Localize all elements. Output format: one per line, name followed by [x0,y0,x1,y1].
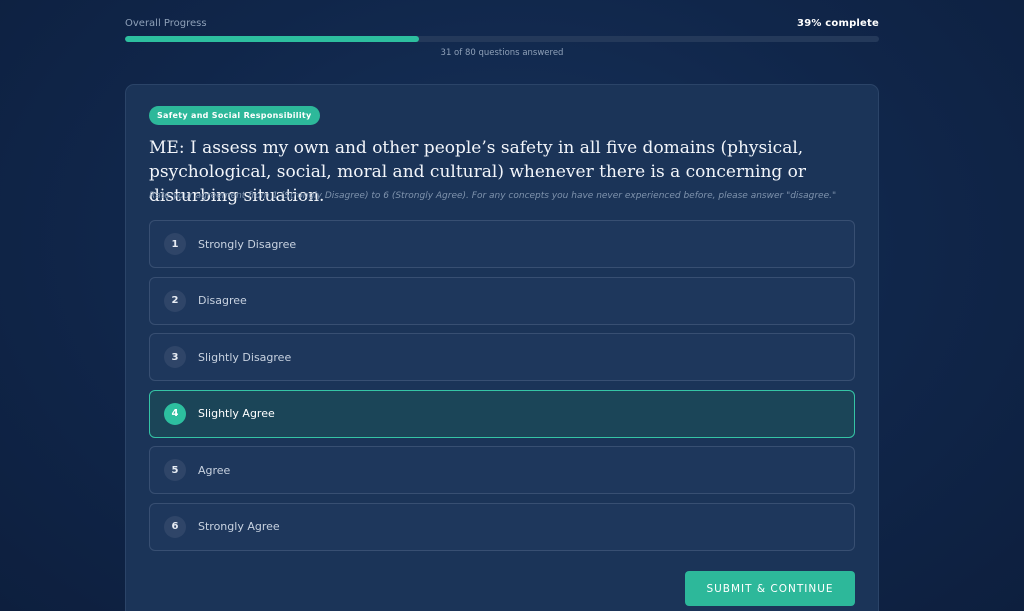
category-badge: Safety and Social Responsibility [149,106,320,125]
progress-percent: 39% complete [797,17,879,29]
option-strongly-agree[interactable]: 6 Strongly Agree [149,502,855,551]
progress-section: Overall Progress 39% complete 31 of 80 q… [125,16,879,58]
option-strongly-disagree[interactable]: 1 Strongly Disagree [149,220,855,268]
option-number: 3 [164,346,186,368]
progress-bar-fill [125,36,420,42]
progress-bar [125,36,879,42]
option-label: Strongly Disagree [198,237,297,251]
option-disagree[interactable]: 2 Disagree [149,276,855,325]
option-slightly-agree[interactable]: 4 Slightly Agree [149,389,855,438]
progress-header: Overall Progress 39% complete [125,16,879,30]
option-label: Agree [198,463,231,477]
questions-answered-count: 31 of 80 questions answered [440,48,564,58]
question-card: Safety and Social Responsibility ME: I a… [125,84,879,611]
option-number: 5 [164,459,186,481]
rating-instructions: Rate your agreement from 1 (Strongly Dis… [149,191,837,201]
option-number: 2 [164,289,186,312]
option-number: 4 [164,402,186,425]
option-number: 6 [164,515,186,538]
option-agree[interactable]: 5 Agree [149,446,855,494]
progress-label: Overall Progress [125,17,207,29]
option-slightly-disagree[interactable]: 3 Slightly Disagree [149,333,855,381]
option-label: Disagree [198,294,247,307]
option-number: 1 [164,233,186,255]
answer-options: 1 Strongly Disagree 2 Disagree 3 Slightl… [149,220,855,559]
submit-continue-button[interactable]: SUBMIT & CONTINUE [685,571,855,606]
option-label: Strongly Agree [198,520,280,533]
option-label: Slightly Agree [198,407,275,420]
option-label: Slightly Disagree [198,350,292,364]
